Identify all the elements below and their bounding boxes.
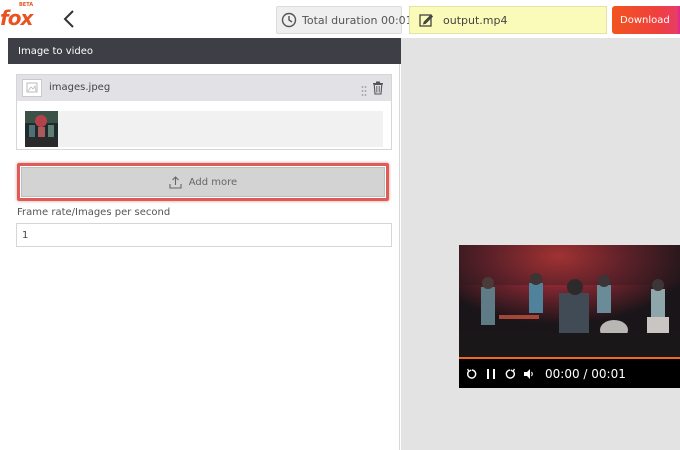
edit-icon (419, 13, 434, 27)
image-file-icon (22, 79, 42, 97)
trash-icon[interactable] (372, 80, 384, 95)
drag-handle-icon[interactable] (361, 82, 367, 96)
logo[interactable]: fox BETA (0, 2, 34, 32)
frame-rate-label: Frame rate/Images per second (17, 207, 171, 218)
frame-rate-value: 1 (22, 229, 29, 241)
volume-icon[interactable] (523, 368, 535, 380)
chevron-left-icon[interactable] (60, 8, 78, 30)
file-name: images.jpeg (49, 82, 111, 93)
download-button[interactable]: Download (612, 6, 680, 34)
logo-badge: BETA (19, 2, 34, 8)
clock-icon (281, 12, 297, 28)
download-label: Download (620, 14, 670, 26)
time-display: 00:00 / 00:01 (545, 366, 626, 381)
output-filename-field[interactable]: output.mp4 (409, 6, 607, 34)
panel-title: Image to video (8, 38, 401, 64)
file-card: images.jpeg (16, 74, 392, 150)
left-panel: Image to video images.jpeg Add more Fram… (0, 38, 401, 450)
top-bar: fox BETA Total duration 00:01 output.mp4… (0, 0, 680, 38)
logo-text: fox (0, 6, 33, 30)
upload-icon (169, 175, 182, 189)
replay-icon[interactable] (466, 368, 478, 380)
video-player[interactable]: 00:00 / 00:01 (459, 245, 680, 388)
video-frame (459, 245, 680, 358)
file-preview-row (25, 111, 383, 147)
add-more-label: Add more (188, 176, 238, 188)
add-more-button[interactable]: Add more (21, 167, 385, 197)
forward-icon[interactable] (504, 368, 516, 380)
panel-title-text: Image to video (18, 45, 94, 57)
frame-rate-input[interactable]: 1 (16, 223, 392, 247)
output-filename-text: output.mp4 (443, 13, 508, 27)
file-card-header: images.jpeg (17, 75, 391, 101)
total-duration-text: Total duration 00:01 (302, 13, 413, 27)
image-thumbnail[interactable] (25, 111, 58, 147)
total-duration-display: Total duration 00:01 (276, 6, 413, 34)
preview-area (401, 38, 680, 450)
player-controls: 00:00 / 00:01 (459, 359, 680, 388)
pause-icon[interactable] (485, 368, 497, 380)
